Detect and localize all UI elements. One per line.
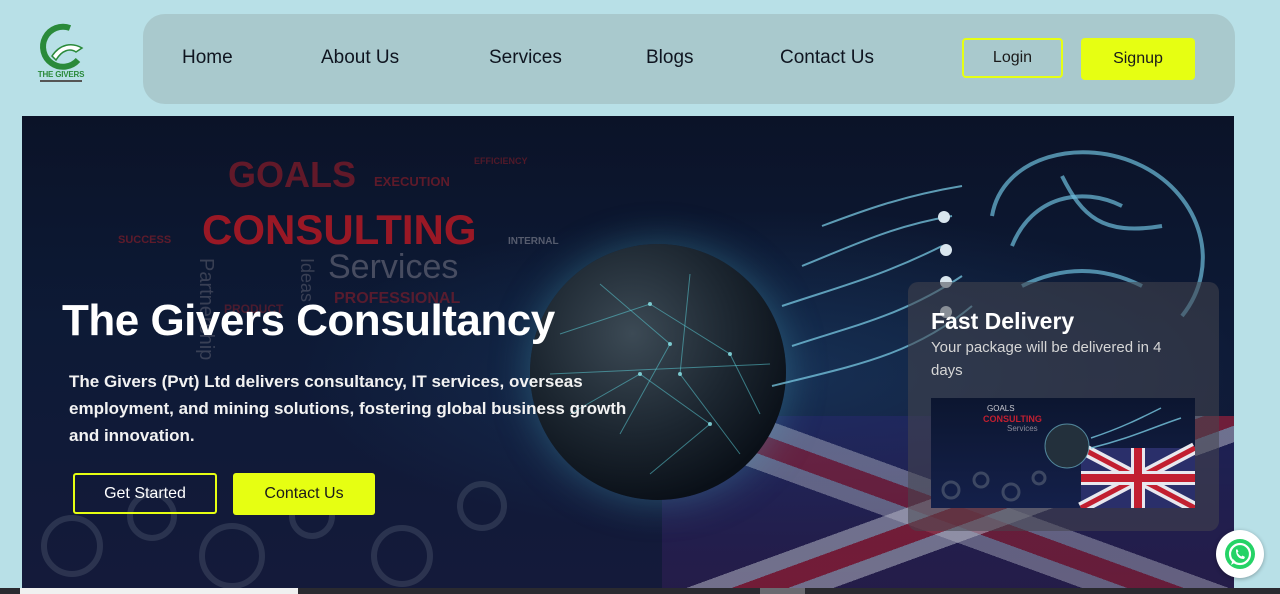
bg-word-goals: GOALS — [228, 154, 357, 195]
logo-mark-icon — [40, 23, 84, 70]
nav-blogs[interactable]: Blogs — [646, 47, 694, 69]
bg-word-efficiency: EFFICIENCY — [474, 156, 528, 166]
card-image: GOALS CONSULTING Services — [931, 398, 1195, 508]
logo-underline — [40, 80, 82, 82]
card-image-word-goals: GOALS — [987, 404, 1015, 413]
bg-word-execution: EXECUTION — [374, 174, 450, 189]
card-text: Your package will be delivered in 4 days — [931, 339, 1162, 379]
card-image-graphic — [941, 407, 1195, 508]
card-title: Fast Delivery — [931, 308, 1075, 334]
nav-about-us[interactable]: About Us — [321, 47, 399, 69]
nav-home[interactable]: Home — [182, 47, 233, 69]
nav-services[interactable]: Services — [489, 47, 562, 69]
contact-us-button[interactable]: Contact Us — [233, 473, 375, 515]
site-logo[interactable]: THE GIVERS — [30, 22, 92, 88]
bottom-strip-highlight — [20, 588, 298, 594]
get-started-button[interactable]: Get Started — [73, 473, 217, 514]
bg-word-services: Services — [328, 248, 459, 286]
hero-title: The Givers Consultancy — [62, 296, 555, 345]
bottom-strip-marker — [760, 588, 805, 594]
main-navbar: Home About Us Services Blogs Contact Us … — [143, 14, 1235, 104]
nav-contact-us[interactable]: Contact Us — [780, 47, 874, 69]
hero-description: The Givers (Pvt) Ltd delivers consultanc… — [69, 372, 627, 445]
logo-text: THE GIVERS — [37, 70, 85, 79]
card-image-word-services: Services — [1007, 424, 1038, 433]
card-image-word-consulting: CONSULTING — [983, 414, 1042, 424]
bg-word-consulting: CONSULTING — [202, 206, 477, 253]
signup-button[interactable]: Signup — [1081, 38, 1195, 80]
bg-word-success: SUCCESS — [118, 234, 172, 246]
login-button[interactable]: Login — [962, 38, 1063, 78]
fast-delivery-card: Fast Delivery Your package will be deliv… — [908, 282, 1219, 531]
hero-section: GOALS EXECUTION EFFICIENCY CONSULTING SU… — [22, 116, 1234, 588]
whatsapp-icon — [1225, 539, 1255, 569]
whatsapp-button[interactable] — [1216, 530, 1264, 578]
